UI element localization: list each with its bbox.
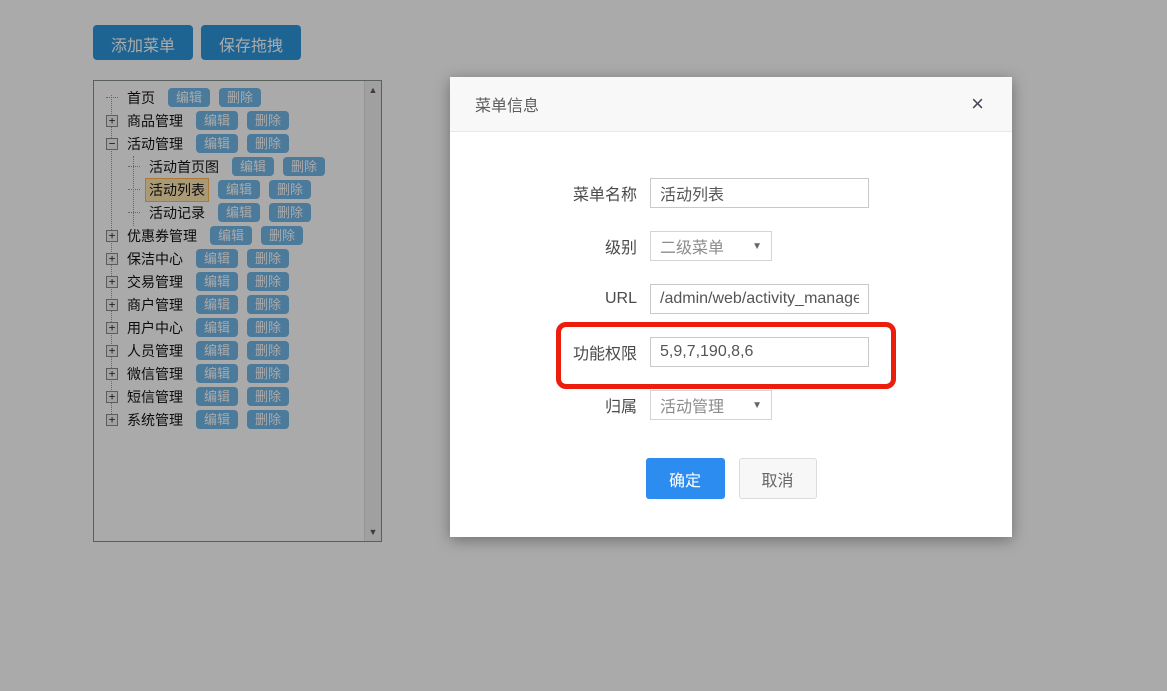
select-value: 二级菜单 — [660, 234, 724, 258]
field-label: 归属 — [450, 393, 637, 417]
dialog-actions: 确定取消 — [450, 458, 1012, 499]
ok-button[interactable]: 确定 — [646, 458, 725, 499]
field-label: URL — [450, 290, 637, 308]
text-input[interactable] — [650, 178, 869, 208]
close-icon[interactable]: × — [971, 94, 984, 114]
dialog-header: 菜单信息 × — [450, 77, 1012, 132]
form-row: 菜单名称 — [450, 178, 1012, 208]
field-label: 级别 — [450, 234, 637, 258]
text-input[interactable] — [650, 284, 869, 314]
permissions-input[interactable] — [650, 337, 869, 367]
field-label: 功能权限 — [450, 340, 637, 364]
form-row: URL — [450, 284, 1012, 314]
chevron-down-icon: ▼ — [752, 400, 762, 411]
select-value: 活动管理 — [660, 393, 724, 417]
menu-info-dialog: 菜单信息 × 菜单名称级别二级菜单 ▼ URL 功能权限归属活动管理 ▼ 确定取消 — [450, 77, 1012, 537]
dialog-body: 菜单名称级别二级菜单 ▼ URL 功能权限归属活动管理 ▼ 确定取消 — [450, 132, 1012, 499]
select-dropdown[interactable]: 活动管理 ▼ — [650, 390, 772, 420]
cancel-button[interactable]: 取消 — [739, 458, 817, 499]
dialog-title: 菜单信息 — [475, 92, 539, 116]
field-label: 菜单名称 — [450, 181, 637, 205]
form-row: 功能权限 — [450, 337, 1012, 367]
chevron-down-icon: ▼ — [752, 241, 762, 252]
select-dropdown[interactable]: 二级菜单 ▼ — [650, 231, 772, 261]
form-row: 归属活动管理 ▼ — [450, 390, 1012, 420]
form-row: 级别二级菜单 ▼ — [450, 231, 1012, 261]
